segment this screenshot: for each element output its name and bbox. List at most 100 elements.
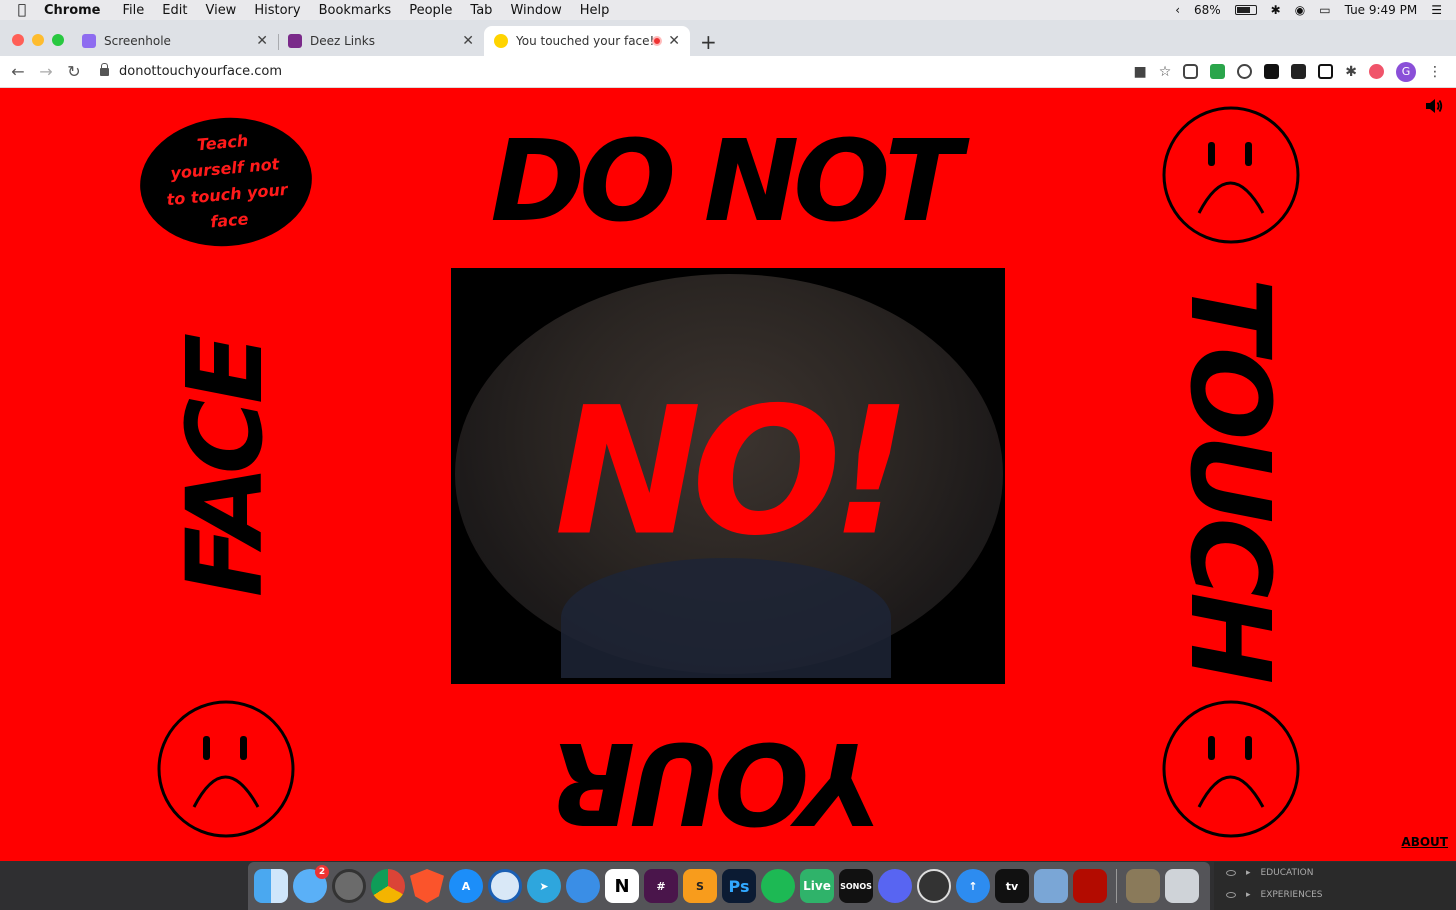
address-bar[interactable]: donottouchyourface.com	[119, 64, 282, 79]
tagline-blob: Teach yourself not to touch your face	[134, 110, 318, 254]
acrobat-icon[interactable]	[1073, 869, 1107, 903]
close-window-button[interactable]	[12, 34, 24, 46]
menu-history[interactable]: History	[254, 3, 300, 18]
discord-icon[interactable]	[878, 869, 912, 903]
menu-app-chrome[interactable]: Chrome	[44, 3, 101, 18]
dock: 2 A ➤ N # S Ps Live SONOS ↑ tv	[248, 862, 1210, 910]
panel-row-experiences[interactable]: ▸ EXPERIENCES	[1214, 884, 1456, 906]
chrome-icon[interactable]	[371, 869, 405, 903]
deez-links-favicon-icon	[288, 34, 302, 48]
menu-window[interactable]: Window	[510, 3, 561, 18]
tab-deez-links[interactable]: Deez Links ✕	[278, 26, 484, 56]
headline-face: FACE	[164, 338, 286, 598]
chevron-left-icon[interactable]: ‹	[1175, 3, 1180, 17]
about-link[interactable]: ABOUT	[1401, 835, 1448, 849]
pocket-extension-icon[interactable]	[1183, 64, 1199, 79]
recording-indicator-icon	[652, 36, 662, 46]
extension-icon[interactable]: ✱	[1345, 64, 1357, 80]
folder-icon: ▸	[1246, 890, 1251, 900]
notification-center-icon[interactable]: ☰	[1431, 3, 1442, 17]
fd-extension-icon[interactable]	[1264, 64, 1280, 79]
sonos-icon[interactable]: SONOS	[839, 869, 873, 903]
finder-icon[interactable]	[254, 869, 288, 903]
menu-bookmarks[interactable]: Bookmarks	[319, 3, 392, 18]
green-extension-icon[interactable]	[1210, 64, 1226, 79]
photoshop-icon[interactable]: Ps	[722, 869, 756, 903]
menu-bar:  Chrome File Edit View History Bookmark…	[0, 0, 1456, 20]
tab-screenhole[interactable]: Screenhole ✕	[72, 26, 279, 56]
window-controls	[12, 34, 64, 46]
spotify-icon[interactable]	[761, 869, 795, 903]
eye-icon[interactable]	[1226, 870, 1236, 876]
screenhole-favicon-icon	[82, 34, 96, 48]
new-tab-button[interactable]: +	[700, 30, 717, 54]
panel-item-label: EXPERIENCES	[1260, 890, 1323, 900]
close-tab-icon[interactable]: ✕	[668, 33, 680, 49]
headline-your: YOUR	[555, 717, 881, 847]
camera-icon[interactable]: ■	[1133, 64, 1146, 80]
tab-label: Deez Links	[310, 34, 375, 48]
slack-icon[interactable]: #	[644, 869, 678, 903]
extension-icon[interactable]	[1237, 64, 1253, 79]
extension-icon[interactable]	[1291, 64, 1307, 79]
notion-icon[interactable]: N	[605, 869, 639, 903]
clock[interactable]: Tue 9:49 PM	[1345, 3, 1418, 17]
battery-percent: 68%	[1194, 3, 1221, 17]
tab-label: Screenhole	[104, 34, 171, 48]
menu-edit[interactable]: Edit	[162, 3, 187, 18]
audio-app-icon[interactable]	[917, 869, 951, 903]
app-store-icon[interactable]: A	[449, 869, 483, 903]
tab-strip: Screenhole ✕ Deez Links ✕ You touched yo…	[0, 20, 1456, 56]
battery-icon[interactable]	[1234, 5, 1257, 15]
downloads-stack-icon[interactable]	[1126, 869, 1160, 903]
telegram-icon[interactable]: ➤	[527, 869, 561, 903]
close-tab-icon[interactable]: ✕	[256, 33, 268, 49]
close-tab-icon[interactable]: ✕	[462, 33, 474, 49]
panel-row-education[interactable]: ▸ EDUCATION	[1214, 862, 1456, 884]
minimize-window-button[interactable]	[32, 34, 44, 46]
sublime-text-icon[interactable]: S	[683, 869, 717, 903]
cloud-upload-icon[interactable]: ↑	[956, 869, 990, 903]
reload-button[interactable]: ↻	[60, 62, 88, 81]
panel-item-label: EDUCATION	[1260, 868, 1314, 878]
tab-label: You touched your face!	[516, 34, 655, 48]
preview-icon[interactable]	[1034, 869, 1068, 903]
signal-icon[interactable]	[566, 869, 600, 903]
headline-do-not: DO NOT	[490, 117, 962, 247]
back-button[interactable]: ←	[4, 62, 32, 81]
page-content: Teach yourself not to touch your face DO…	[0, 88, 1456, 861]
bookmark-star-icon[interactable]: ☆	[1159, 64, 1172, 80]
profile-avatar[interactable]: G	[1396, 61, 1416, 82]
eye-icon[interactable]	[1226, 892, 1236, 898]
menu-people[interactable]: People	[409, 3, 452, 18]
apple-menu-icon[interactable]: 	[0, 2, 44, 18]
headline-touch: TOUCH	[1166, 277, 1294, 679]
menu-view[interactable]: View	[205, 3, 236, 18]
zoom-window-button[interactable]	[52, 34, 64, 46]
trash-icon[interactable]	[1165, 869, 1199, 903]
forward-button[interactable]: →	[32, 62, 60, 81]
extensions-area: ■ ☆ ✱ G ⋮	[1133, 61, 1456, 82]
airplay-icon[interactable]: ▭	[1319, 3, 1330, 17]
menu-tab[interactable]: Tab	[470, 3, 492, 18]
menu-help[interactable]: Help	[580, 3, 610, 18]
brave-icon[interactable]	[410, 869, 444, 903]
messages-icon[interactable]: 2	[293, 865, 329, 903]
ableton-live-icon[interactable]: Live	[800, 869, 834, 903]
emoji-favicon-icon	[494, 34, 508, 48]
bluetooth-icon[interactable]: ✱	[1271, 3, 1281, 17]
notion-extension-icon[interactable]	[1318, 64, 1334, 79]
wifi-icon[interactable]: ◉	[1295, 3, 1305, 17]
tab-you-touched-your-face[interactable]: You touched your face! ✕	[484, 26, 690, 56]
menu-file[interactable]: File	[123, 3, 145, 18]
extension-icon[interactable]	[1369, 64, 1384, 79]
system-preferences-icon[interactable]	[332, 869, 366, 903]
alert-no: NO!	[554, 369, 911, 575]
lock-icon[interactable]	[100, 62, 109, 76]
browser-toolbar: ← → ↻ donottouchyourface.com ■ ☆ ✱ G ⋮	[0, 56, 1456, 88]
dock-divider	[1116, 869, 1117, 903]
more-menu-icon[interactable]: ⋮	[1428, 64, 1442, 80]
1password-icon[interactable]	[488, 869, 522, 903]
sound-icon[interactable]	[1424, 96, 1444, 116]
apple-tv-icon[interactable]: tv	[995, 869, 1029, 903]
